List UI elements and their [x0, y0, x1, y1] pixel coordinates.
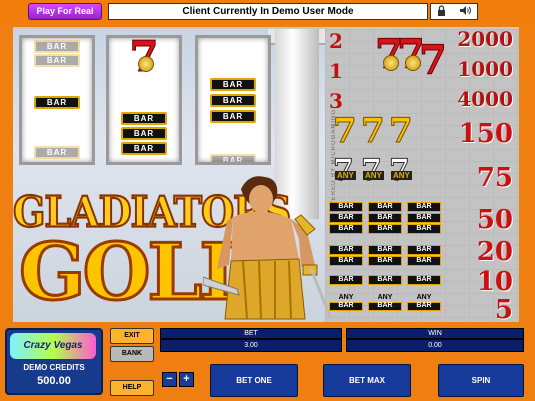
- any-label: ANY: [377, 294, 393, 301]
- bar-symbol: BAR: [34, 40, 80, 53]
- payout-2000: 2000: [457, 27, 513, 51]
- bar-symbol: BAR: [210, 154, 256, 162]
- bar-symbol: BAR: [407, 202, 441, 212]
- any-bar-symbol: ANY BAR: [368, 294, 402, 312]
- demo-mode-banner: Client Currently In Demo User Mode: [108, 3, 428, 20]
- bar-symbol: BAR: [368, 256, 402, 266]
- coin-icon: [138, 56, 154, 72]
- bar-symbol: BAR: [210, 78, 256, 91]
- any-label: ANY: [335, 171, 356, 180]
- bar-symbol: BAR: [329, 275, 363, 285]
- payout-1000: 1000: [457, 57, 513, 81]
- bar-symbol: BAR: [407, 213, 441, 223]
- coin-icon: [383, 55, 399, 71]
- coin-icon: [405, 55, 421, 71]
- any-bar-symbol: ANY BAR: [407, 294, 441, 312]
- bar-symbol: BAR: [368, 213, 402, 223]
- bar-symbol: BAR: [210, 94, 256, 107]
- payout-50: 50: [476, 205, 513, 235]
- win-value: 0.00: [346, 339, 524, 352]
- credits-value: 500.00: [37, 375, 71, 387]
- bar-symbol: BAR: [121, 142, 167, 155]
- bar-symbol: BAR: [121, 127, 167, 140]
- paytable-line-2: 2: [329, 29, 343, 53]
- bank-button[interactable]: BANK: [110, 346, 154, 362]
- any-label: ANY: [416, 294, 432, 301]
- bar-symbol: BAR: [368, 275, 402, 285]
- speaker-icon[interactable]: [459, 5, 471, 19]
- any-label: ANY: [363, 171, 384, 180]
- paytable-line-3: 3: [329, 89, 343, 113]
- payout-75: 75: [476, 163, 513, 193]
- bet-decrease-button[interactable]: −: [162, 372, 177, 387]
- bar-symbol: BAR: [329, 245, 363, 255]
- bar-symbol: BAR: [329, 213, 363, 223]
- reel-1: BAR BAR BAR BAR: [19, 35, 95, 165]
- slot-machine: Play For Real Client Currently In Demo U…: [0, 0, 535, 401]
- any-label: ANY: [391, 171, 412, 180]
- bar-symbol: BAR: [329, 302, 363, 311]
- reel-2: 7 BAR BAR BAR: [106, 35, 182, 165]
- bar-symbol: BAR: [121, 112, 167, 125]
- bar-symbol: BAR: [368, 302, 402, 311]
- payout-10: 10: [476, 267, 513, 297]
- any-label: ANY: [338, 294, 354, 301]
- game-area: BAR BAR BAR BAR 7 BAR BAR BAR BAR BAR BA…: [13, 27, 519, 322]
- bar-symbol: BAR: [329, 224, 363, 234]
- bar-symbol: BAR: [368, 245, 402, 255]
- exit-button[interactable]: EXIT: [110, 328, 154, 344]
- win-label: WIN: [346, 328, 524, 339]
- bar-symbol: BAR: [407, 256, 441, 266]
- paytable-line-1: 1: [329, 59, 343, 83]
- gladiator-figure: [203, 176, 333, 320]
- payout-5: 5: [494, 295, 513, 322]
- red-seven-icon: 7: [419, 37, 448, 85]
- bar-symbol: BAR: [368, 202, 402, 212]
- lock-icon[interactable]: [437, 4, 446, 19]
- system-icons: [430, 3, 478, 20]
- gold-seven-icon: 7: [361, 111, 386, 152]
- bar-symbol: BAR: [407, 224, 441, 234]
- spin-button[interactable]: SPIN: [438, 364, 524, 397]
- payout-4000: 4000: [457, 87, 513, 111]
- bar-symbol: BAR: [407, 275, 441, 285]
- bet-value: 3.00: [160, 339, 342, 352]
- bar-symbol: BAR: [407, 245, 441, 255]
- gold-seven-icon: 7: [333, 111, 358, 152]
- bar-symbol: BAR: [34, 146, 80, 159]
- gold-seven-icon: 7: [389, 111, 414, 152]
- bar-symbol: BAR: [34, 54, 80, 67]
- bar-symbol: BAR: [34, 96, 80, 109]
- bet-max-button[interactable]: BET MAX: [323, 364, 411, 397]
- any-bar-symbol: ANY BAR: [329, 294, 363, 312]
- payout-20: 20: [476, 237, 513, 267]
- bar-symbol: BAR: [329, 202, 363, 212]
- bet-increase-button[interactable]: +: [179, 372, 194, 387]
- payout-150: 150: [458, 119, 513, 149]
- bar-symbol: BAR: [368, 224, 402, 234]
- credits-label: DEMO CREDITS: [23, 363, 85, 372]
- bar-symbol: BAR: [210, 110, 256, 123]
- crazy-vegas-logo: Crazy Vegas: [10, 333, 96, 359]
- bet-one-button[interactable]: BET ONE: [210, 364, 298, 397]
- play-for-real-button[interactable]: Play For Real: [28, 3, 102, 20]
- bet-label: BET: [160, 328, 342, 339]
- help-button[interactable]: HELP: [110, 380, 154, 396]
- bar-symbol: BAR: [329, 256, 363, 266]
- reel-3: BAR BAR BAR BAR: [195, 35, 271, 165]
- bar-symbol: BAR: [407, 302, 441, 311]
